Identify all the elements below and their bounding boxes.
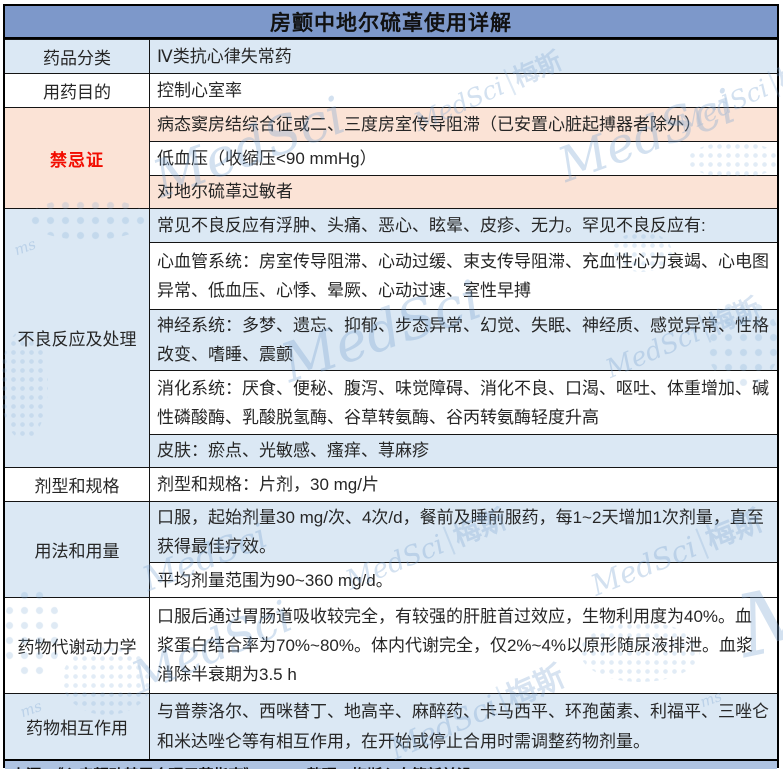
row-drug-class: 药品分类 Ⅳ类抗心律失常药: [5, 39, 777, 73]
cell-contraindication-2: 低血压（收缩压<90 mmHg）: [150, 141, 777, 175]
source-note: 来源：《心房颤动基层合理用药指南》2021；整理：梅斯心血管新前沿: [5, 759, 777, 769]
row-label-pharmacokinetics: 药物代谢动力学: [5, 598, 150, 694]
row-usage-dosage: 用法和用量 口服，起始剂量30 mg/次、4次/d，餐前及睡前服药，每1~2天增…: [5, 500, 777, 598]
cell-contraindication-1: 病态窦房结综合征或二、三度房室传导阻滞（已安置心脏起搏器者除外）: [150, 108, 777, 141]
row-dosage-form: 剂型和规格 剂型和规格：片剂，30 mg/片: [5, 466, 777, 501]
row-content-usage-dosage: 口服，起始剂量30 mg/次、4次/d，餐前及睡前服药，每1~2天增加1次剂量，…: [150, 501, 777, 598]
cell-adverse-digestive: 消化系统：厌食、便秘、腹泻、味觉障碍、消化不良、口渴、呕吐、体重增加、碱性磷酸酶…: [150, 370, 777, 435]
row-pharmacokinetics: 药物代谢动力学 口服后通过胃肠道吸收较完全，有较强的肝脏首过效应，生物利用度为4…: [5, 597, 777, 694]
row-label-dosage-form: 剂型和规格: [5, 467, 150, 501]
row-drug-interactions: 药物相互作用 与普萘洛尔、西咪替丁、地高辛、麻醉药、卡马西平、环孢菌素、利福平、…: [5, 693, 777, 760]
row-label-drug-interactions: 药物相互作用: [5, 694, 150, 760]
page-title: 房颤中地尔硫䓬使用详解: [5, 6, 777, 39]
cell-usage-average: 平均剂量范围为90~360 mg/d。: [150, 562, 777, 598]
drug-info-table: 房颤中地尔硫䓬使用详解 药品分类 Ⅳ类抗心律失常药 用药目的 控制心室率 禁忌证…: [3, 4, 779, 769]
row-label-purpose: 用药目的: [5, 74, 150, 107]
row-purpose: 用药目的 控制心室率: [5, 73, 777, 107]
row-label-adverse-reactions: 不良反应及处理: [5, 209, 150, 467]
cell-adverse-skin: 皮肤：瘀点、光敏感、瘙痒、荨麻疹: [150, 434, 777, 467]
row-label-usage-dosage: 用法和用量: [5, 501, 150, 598]
cell-drug-class: Ⅳ类抗心律失常药: [150, 40, 777, 73]
cell-dosage-form: 剂型和规格：片剂，30 mg/片: [150, 467, 777, 501]
row-content-purpose: 控制心室率: [150, 74, 777, 107]
row-content-pharmacokinetics: 口服后通过胃肠道吸收较完全，有较强的肝脏首过效应，生物利用度为40%。血浆蛋白结…: [150, 598, 777, 694]
row-adverse-reactions: 不良反应及处理 常见不良反应有浮肿、头痛、恶心、眩晕、皮疹、无力。罕见不良反应有…: [5, 208, 777, 467]
cell-pharmacokinetics: 口服后通过胃肠道吸收较完全，有较强的肝脏首过效应，生物利用度为40%。血浆蛋白结…: [150, 598, 777, 694]
row-content-drug-interactions: 与普萘洛尔、西咪替丁、地高辛、麻醉药、卡马西平、环孢菌素、利福平、三唑仑和米达唑…: [150, 694, 777, 760]
row-label-drug-class: 药品分类: [5, 40, 150, 73]
cell-usage-initial: 口服，起始剂量30 mg/次、4次/d，餐前及睡前服药，每1~2天增加1次剂量，…: [150, 501, 777, 563]
row-content-adverse-reactions: 常见不良反应有浮肿、头痛、恶心、眩晕、皮疹、无力。罕见不良反应有: 心血管系统：…: [150, 209, 777, 467]
page-root: 房颤中地尔硫䓬使用详解 药品分类 Ⅳ类抗心律失常药 用药目的 控制心室率 禁忌证…: [0, 0, 783, 769]
cell-purpose: 控制心室率: [150, 74, 777, 107]
cell-adverse-nervous: 神经系统：多梦、遗忘、抑郁、步态异常、幻觉、失眠、神经质、感觉异常、性格改变、嗜…: [150, 309, 777, 371]
row-contraindications: 禁忌证 病态窦房结综合征或二、三度房室传导阻滞（已安置心脏起搏器者除外） 低血压…: [5, 107, 777, 208]
cell-contraindication-3: 对地尔硫䓬过敏者: [150, 175, 777, 208]
row-content-drug-class: Ⅳ类抗心律失常药: [150, 40, 777, 73]
cell-adverse-cardiovascular: 心血管系统：房室传导阻滞、心动过缓、束支传导阻滞、充血性心力衰竭、心电图异常、低…: [150, 242, 777, 309]
cell-adverse-common: 常见不良反应有浮肿、头痛、恶心、眩晕、皮疹、无力。罕见不良反应有:: [150, 209, 777, 242]
row-label-contraindications: 禁忌证: [5, 108, 150, 208]
row-content-contraindications: 病态窦房结综合征或二、三度房室传导阻滞（已安置心脏起搏器者除外） 低血压（收缩压…: [150, 108, 777, 208]
row-content-dosage-form: 剂型和规格：片剂，30 mg/片: [150, 467, 777, 501]
cell-drug-interactions: 与普萘洛尔、西咪替丁、地高辛、麻醉药、卡马西平、环孢菌素、利福平、三唑仑和米达唑…: [150, 694, 777, 760]
